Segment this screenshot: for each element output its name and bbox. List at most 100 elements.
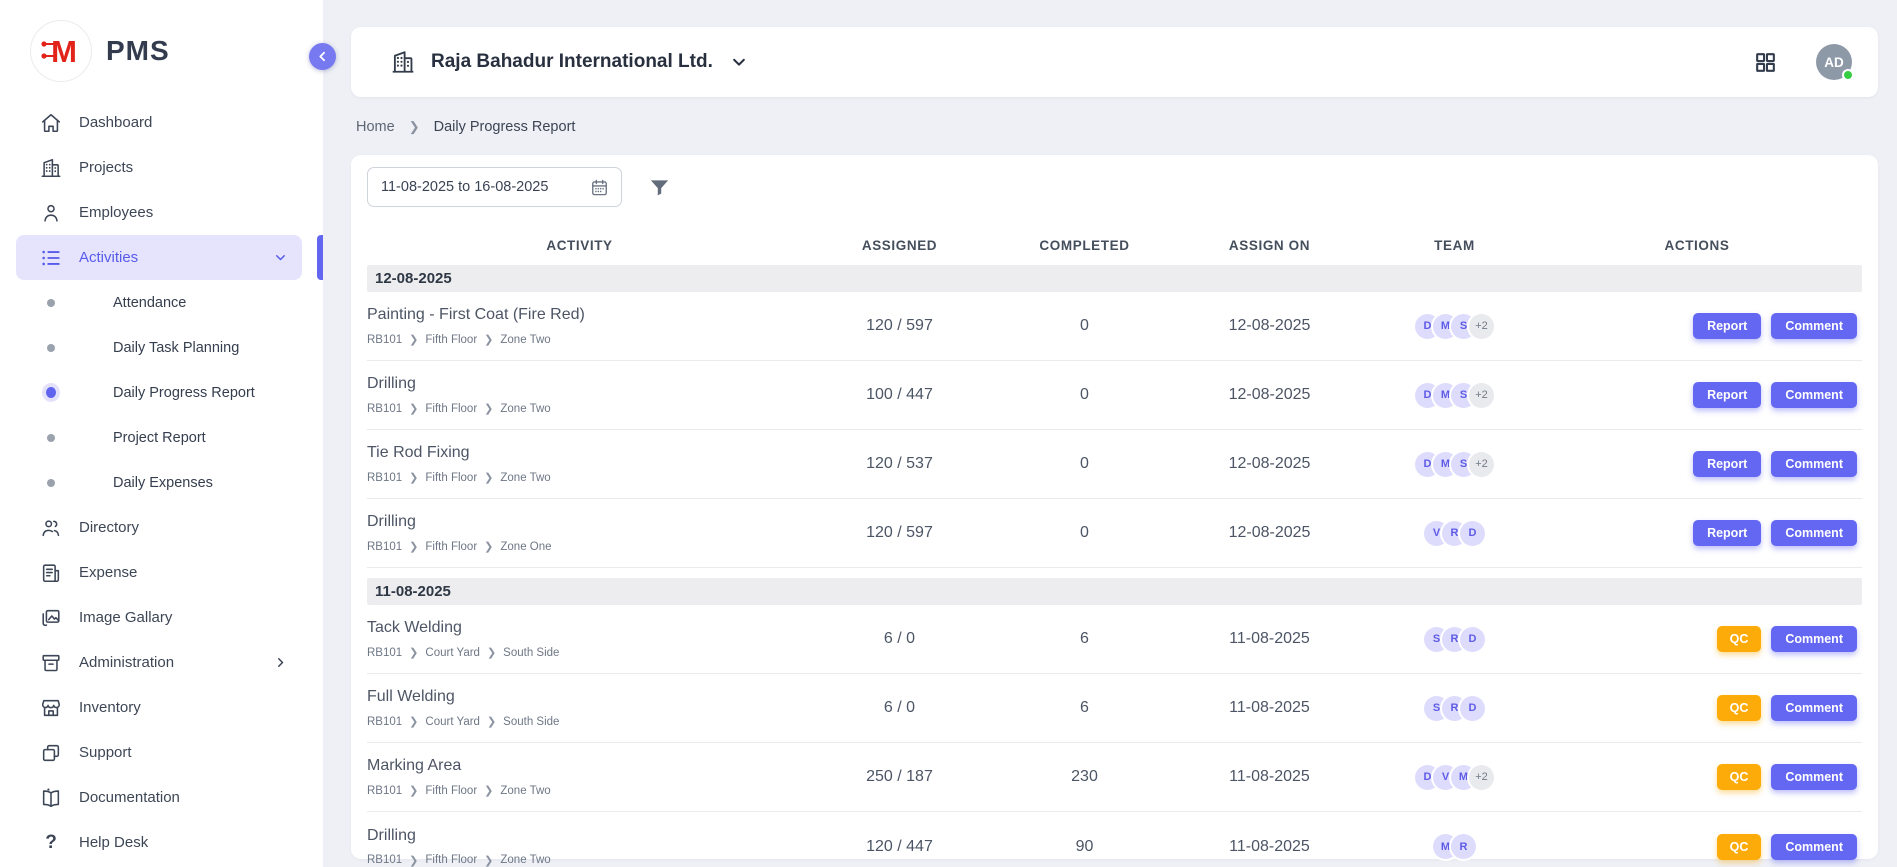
location-segment: RB101 [367,472,402,484]
comment-button[interactable]: Comment [1771,764,1857,790]
book-icon [40,787,62,809]
comment-button[interactable]: Comment [1771,520,1857,546]
team-extra-count: +2 [1469,314,1494,339]
actions-cell: QC Comment [1532,834,1862,860]
sidebar-item-documentation[interactable]: Documentation [16,775,302,820]
bullet-dot-icon [46,343,56,353]
user-icon [40,202,62,224]
sidebar-subitem-daily-task-planning[interactable]: Daily Task Planning [16,325,302,370]
activity-title: Full Welding [367,688,792,706]
team-cell: DVM+2 [1377,765,1532,790]
sidebar-item-image-gallary[interactable]: Image Gallary [16,595,302,640]
activity-title: Painting - First Coat (Fire Red) [367,306,792,324]
report-button[interactable]: Report [1693,451,1761,477]
sidebar-item-label: Employees [79,204,153,221]
assign-on-cell: 12-08-2025 [1162,317,1377,335]
breadcrumb-home[interactable]: Home [356,119,395,135]
comment-button[interactable]: Comment [1771,695,1857,721]
archive-icon [40,652,62,674]
activity-cell: DrillingRB101❯Fifth Floor❯Zone Two [367,827,792,867]
table-row: DrillingRB101❯Fifth Floor❯Zone One120 / … [367,499,1862,568]
date-range-input[interactable]: 11-08-2025 to 16-08-2025 [367,167,622,207]
assign-on-cell: 11-08-2025 [1162,699,1377,717]
user-avatar[interactable]: AD [1816,44,1852,80]
sidebar-item-administration[interactable]: Administration [16,640,302,685]
activity-location: RB101❯Court Yard❯South Side [367,715,792,728]
activity-title: Drilling [367,513,792,531]
report-button[interactable]: Report [1693,313,1761,339]
activity-title: Marking Area [367,757,792,775]
sidebar-item-help-desk[interactable]: ?Help Desk [16,820,302,865]
location-segment: Zone Two [500,472,550,484]
qc-button[interactable]: QC [1717,834,1762,860]
chevron-right-icon: ❯ [487,646,496,659]
report-button[interactable]: Report [1693,382,1761,408]
actions-cell: QC Comment [1532,626,1862,652]
qc-button[interactable]: QC [1717,695,1762,721]
app-root: M PMS DashboardProjects Employees Activiti… [0,0,1897,867]
sidebar-item-activities[interactable]: Activities [16,235,302,280]
sidebar-item-label: Administration [79,654,174,671]
chevron-right-icon [273,655,288,670]
sidebar-subitem-daily-progress-report[interactable]: Daily Progress Report [16,370,302,415]
qc-button[interactable]: QC [1717,626,1762,652]
sidebar-item-directory[interactable]: Directory [16,505,302,550]
sidebar-item-label: Expense [79,564,137,581]
assign-on-cell: 11-08-2025 [1162,838,1377,856]
svg-text:M: M [51,34,77,69]
sidebar-subitem-daily-expenses[interactable]: Daily Expenses [16,460,302,505]
company-selector[interactable]: Raja Bahadur International Ltd. [390,49,748,75]
actions-cell: Report Comment [1532,520,1862,546]
comment-button[interactable]: Comment [1771,626,1857,652]
actions-cell: QC Comment [1532,695,1862,721]
sidebar-item-projects[interactable]: Projects [16,145,302,190]
assigned-cell: 6 / 0 [792,699,1007,717]
qc-button[interactable]: QC [1717,764,1762,790]
activity-location: RB101❯Fifth Floor❯Zone Two [367,402,792,415]
sidebar-item-label: Support [79,744,132,761]
team-cell: DMS+2 [1377,383,1532,408]
sidebar-item-support[interactable]: Support [16,730,302,775]
sidebar-subitem-project-report[interactable]: Project Report [16,415,302,460]
comment-button[interactable]: Comment [1771,451,1857,477]
comment-button[interactable]: Comment [1771,382,1857,408]
location-segment: Zone Two [500,403,550,415]
location-segment: Fifth Floor [425,403,477,415]
activity-title: Tie Rod Fixing [367,444,792,462]
apps-grid-icon[interactable] [1753,50,1778,75]
gallery-icon [40,607,62,629]
team-member-avatar: D [1460,696,1485,721]
sidebar-item-expense[interactable]: Expense [16,550,302,595]
sidebar-subitem-attendance[interactable]: Attendance [16,280,302,325]
team-member-avatar: R [1451,834,1476,859]
brand-logo[interactable]: M PMS [0,0,323,82]
sidebar-item-inventory[interactable]: Inventory [16,685,302,730]
assigned-cell: 250 / 187 [792,768,1007,786]
report-button[interactable]: Report [1693,520,1761,546]
store-icon [40,697,62,719]
sidebar-subitem-label: Daily Expenses [113,475,213,491]
home-icon [40,112,62,134]
filter-funnel-icon[interactable] [648,176,671,199]
chevron-right-icon: ❯ [409,402,418,415]
location-segment: Court Yard [425,716,480,728]
actions-cell: QC Comment [1532,764,1862,790]
sidebar-item-employees[interactable]: Employees [16,190,302,235]
date-group-header: 11-08-2025 [367,578,1862,605]
date-range-value: 11-08-2025 to 16-08-2025 [381,179,548,195]
location-segment: RB101 [367,647,402,659]
team-cell: VRD [1377,521,1532,546]
calendar-icon [590,178,609,197]
comment-button[interactable]: Comment [1771,313,1857,339]
chevron-right-icon: ❯ [484,854,493,867]
column-header-completed: COMPLETED [1007,238,1162,253]
comment-button[interactable]: Comment [1771,834,1857,860]
location-segment: Zone Two [500,334,550,346]
building-icon [40,157,62,179]
sidebar-subitem-label: Daily Progress Report [113,385,255,401]
sidebar-collapse-button[interactable] [309,43,336,70]
filter-row: 11-08-2025 to 16-08-2025 [367,167,1862,207]
app-title: PMS [106,35,170,67]
sidebar-item-dashboard[interactable]: Dashboard [16,100,302,145]
team-cell: MR [1377,834,1532,859]
